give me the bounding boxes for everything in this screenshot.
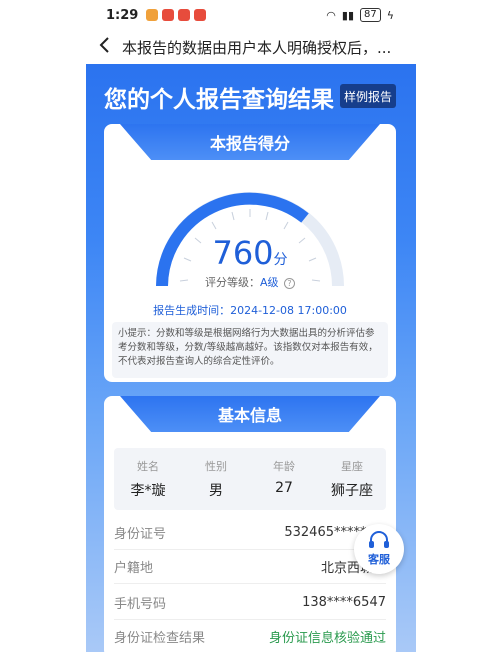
score-card: 本报告得分 760分 评分等级：A级 ? 报告生成时间：2024-12-08 1… bbox=[104, 124, 396, 382]
page-title: 本报告的数据由用户本人明确授权后，... bbox=[122, 38, 392, 57]
app-notification-icon bbox=[146, 9, 159, 21]
score-card-header: 本报告得分 bbox=[120, 124, 380, 160]
charging-icon: ϟ bbox=[386, 8, 394, 22]
status-indicators: ◠ ▮▮ 87 ϟ bbox=[326, 8, 394, 22]
row-label: 身份证检查结果 bbox=[114, 631, 206, 646]
summary-label: 年龄 bbox=[273, 460, 295, 473]
summary-label: 性别 bbox=[205, 460, 227, 473]
status-time: 1:29 bbox=[106, 7, 139, 23]
info-row-id-number: 身份证号 532465******** bbox=[114, 516, 386, 550]
customer-service-label: 客服 bbox=[368, 553, 390, 566]
question-circle-icon[interactable]: ? bbox=[284, 278, 296, 289]
grade-value: A级 bbox=[259, 276, 279, 289]
app-notification-icon bbox=[162, 9, 175, 21]
sample-report-button[interactable]: 样例报告 bbox=[340, 84, 396, 108]
summary-value: 李*璇 bbox=[130, 483, 166, 499]
report-generated-time: 报告生成时间：2024-12-08 17:00:00 bbox=[153, 304, 347, 317]
score-value: 760 bbox=[212, 234, 274, 272]
status-bar: 1:29 ◠ ▮▮ 87 ϟ bbox=[0, 0, 500, 30]
summary-value: 27 bbox=[275, 480, 293, 496]
basic-info-summary: 姓名 李*璇 性别 男 年龄 27 星座 狮子座 bbox=[114, 448, 386, 510]
headset-icon bbox=[369, 531, 389, 548]
basic-info-card: 基本信息 姓名 李*璇 性别 男 年龄 27 星座 狮子座 身份证号 53246… bbox=[104, 396, 396, 652]
info-row-phone: 手机号码 138****6547 bbox=[114, 586, 386, 620]
row-label: 身份证号 bbox=[114, 527, 167, 542]
chevron-left-icon[interactable] bbox=[98, 35, 110, 59]
report-title: 您的个人报告查询结果 bbox=[104, 87, 334, 113]
summary-gender: 性别 男 bbox=[182, 448, 250, 510]
row-value: 138****6547 bbox=[302, 595, 386, 610]
signal-icon: ▮▮ bbox=[341, 8, 354, 22]
row-label: 手机号码 bbox=[114, 597, 167, 612]
summary-value: 狮子座 bbox=[331, 483, 373, 499]
summary-label: 姓名 bbox=[137, 460, 159, 473]
row-label: 户籍地 bbox=[114, 561, 154, 576]
tip-box: 小提示：分数和等级是根据网络行为大数据出具的分析评估参考分数和等级，分数/等级越… bbox=[112, 322, 388, 378]
grade-line: 评分等级：A级 ? bbox=[104, 274, 396, 290]
score-display: 760分 bbox=[104, 234, 396, 272]
summary-name: 姓名 李*璇 bbox=[114, 448, 182, 510]
row-value: 身份证信息核验通过 bbox=[268, 631, 386, 646]
summary-label: 星座 bbox=[341, 460, 363, 473]
summary-zodiac: 星座 狮子座 bbox=[318, 448, 386, 510]
app-notification-icon bbox=[178, 9, 191, 21]
battery-icon: 87 bbox=[360, 8, 381, 22]
summary-value: 男 bbox=[209, 483, 223, 499]
nav-bar: 本报告的数据由用户本人明确授权后，... bbox=[0, 30, 500, 64]
wifi-icon: ◠ bbox=[326, 8, 336, 22]
info-row-household: 户籍地 北京西城区 bbox=[114, 550, 386, 584]
grade-label: 评分等级： bbox=[204, 276, 260, 289]
basic-info-header: 基本信息 bbox=[120, 396, 380, 432]
customer-service-button[interactable]: 客服 bbox=[354, 524, 404, 574]
summary-age: 年龄 27 bbox=[250, 448, 318, 510]
app-notification-icon bbox=[194, 9, 207, 21]
info-row-id-check: 身份证检查结果 身份证信息核验通过 bbox=[114, 620, 386, 652]
score-unit: 分 bbox=[273, 252, 288, 268]
